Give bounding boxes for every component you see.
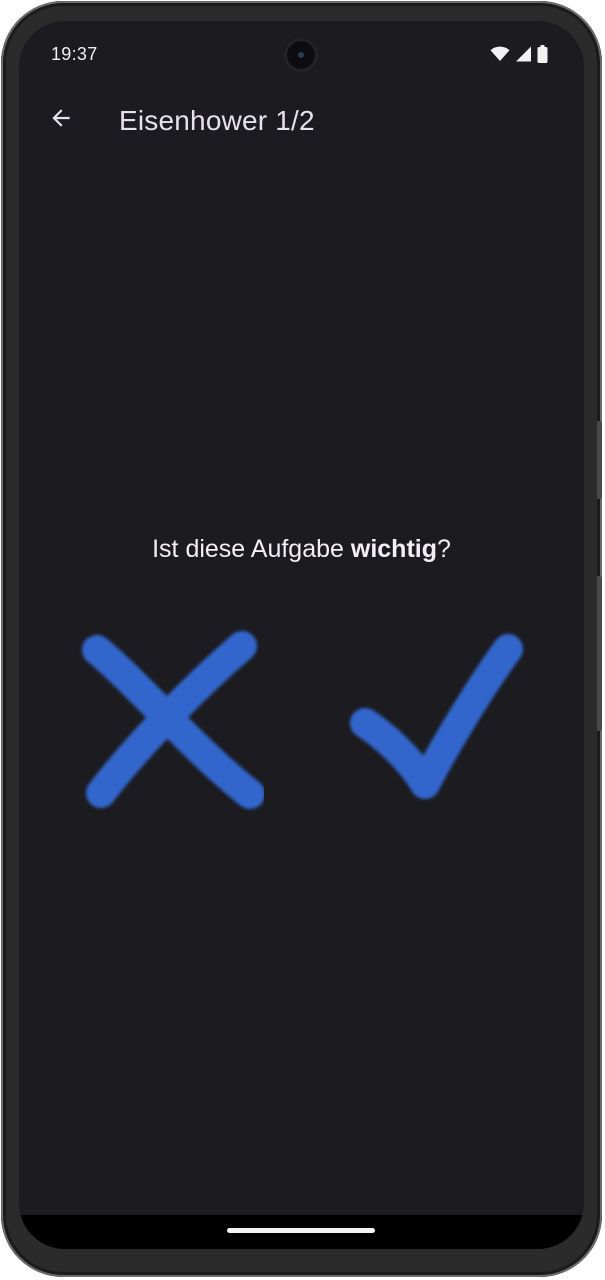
app-screen: 19:37 Eisenhower 1/2 Ist diese Aufgabe w…	[19, 21, 584, 1249]
status-icons	[490, 45, 548, 63]
phone-frame: 19:37 Eisenhower 1/2 Ist diese Aufgabe w…	[1, 1, 602, 1277]
question-emphasis: wichtig	[350, 535, 437, 563]
arrow-left-icon	[48, 105, 74, 136]
answer-yes-button[interactable]	[341, 624, 531, 814]
question-suffix: ?	[436, 535, 451, 563]
question-prefix: Ist diese Aufgabe	[152, 535, 351, 563]
status-time: 19:37	[51, 44, 98, 64]
home-indicator[interactable]	[227, 1228, 375, 1233]
camera-lens	[298, 52, 304, 58]
checkmark-icon	[341, 624, 531, 814]
back-button[interactable]	[41, 100, 81, 140]
battery-icon	[537, 45, 548, 63]
page-title: Eisenhower 1/2	[119, 105, 315, 136]
wifi-icon	[490, 46, 510, 62]
question-text: Ist diese Aufgabe wichtig?	[19, 535, 584, 564]
answer-no-button[interactable]	[74, 624, 264, 814]
volume-button	[597, 576, 602, 731]
status-bar: 19:37	[19, 21, 584, 91]
front-camera	[284, 38, 318, 72]
power-button	[597, 421, 602, 499]
top-app-bar: Eisenhower 1/2	[19, 91, 584, 153]
cross-icon	[74, 624, 264, 814]
cellular-signal-icon	[515, 46, 532, 62]
navigation-bar	[19, 1215, 584, 1249]
